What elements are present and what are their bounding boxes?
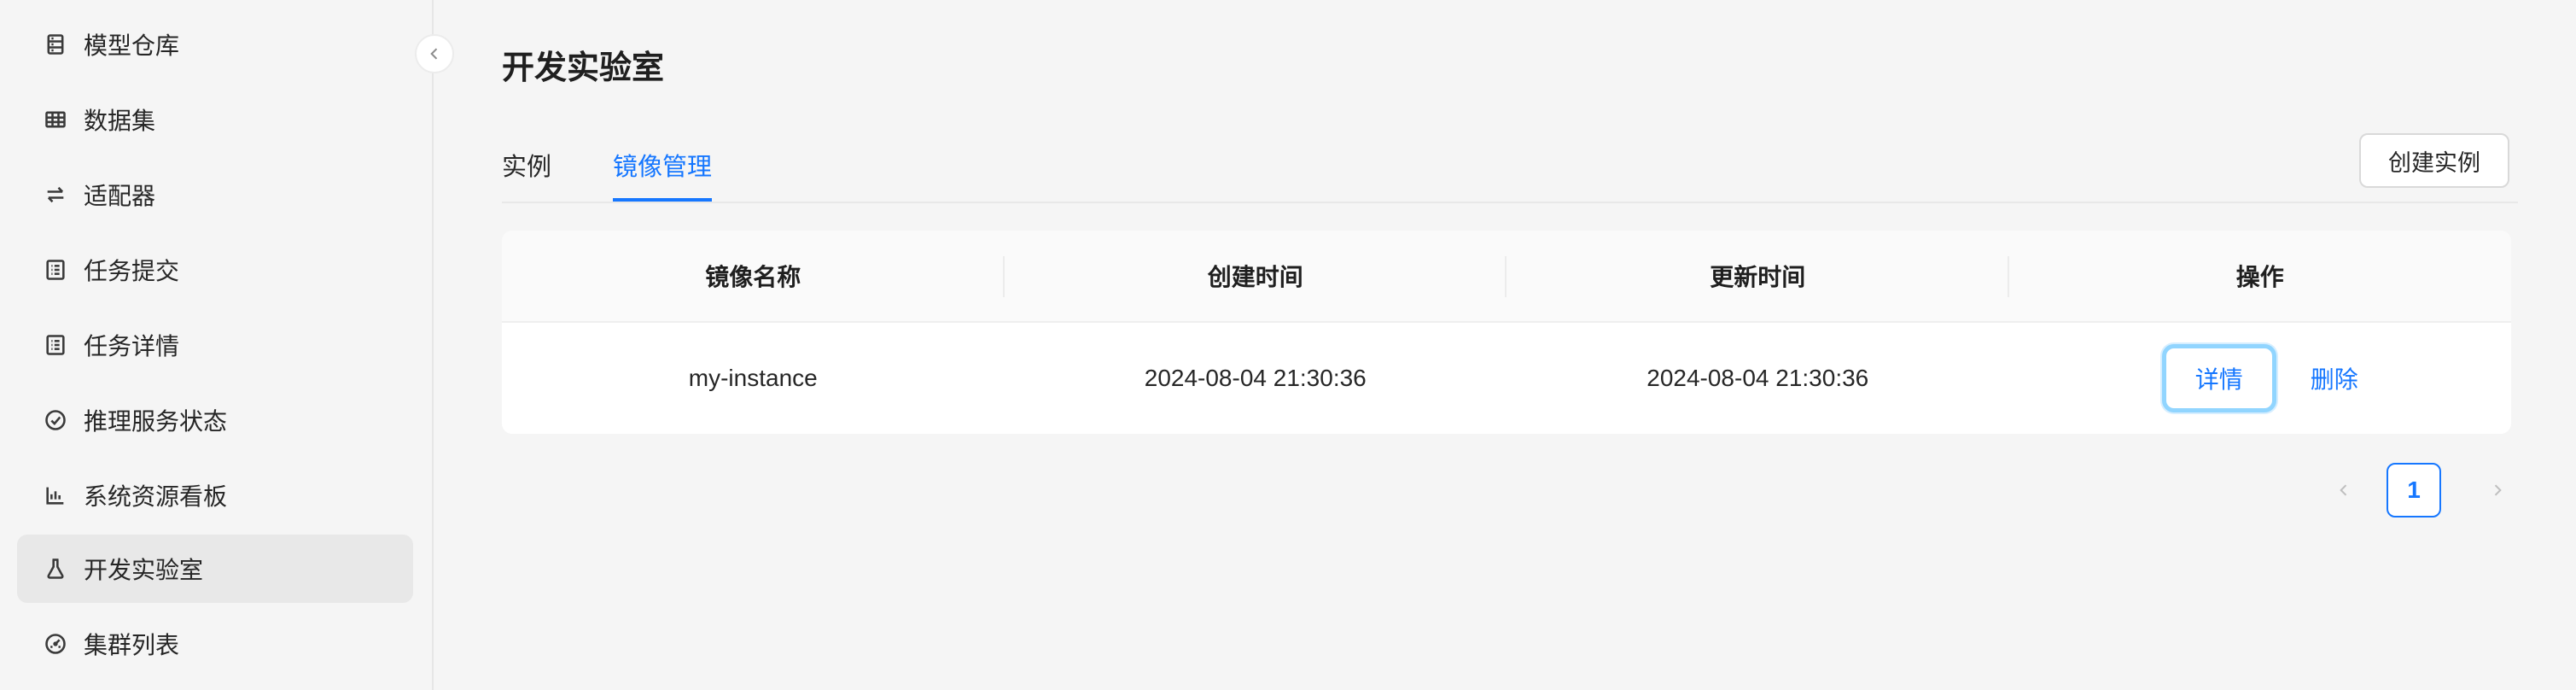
sidebar-item-label: 数据集: [84, 108, 156, 134]
list-icon: [43, 332, 68, 358]
sidebar-item-label: 模型仓库: [84, 32, 180, 59]
column-header-label: 镜像名称: [705, 264, 801, 290]
sidebar-item-inference-status[interactable]: 推理服务状态: [17, 386, 413, 454]
create-instance-button[interactable]: 创建实例: [2359, 133, 2509, 188]
database-icon: [43, 32, 68, 57]
check-circle-icon: [43, 407, 68, 433]
delete-link[interactable]: 删除: [2311, 361, 2358, 395]
cell-image-name: my-instance: [688, 365, 818, 391]
sidebar-item-cluster-list[interactable]: 集群列表: [17, 610, 413, 678]
image-table: 镜像名称 创建时间 更新时间 操作 my-instance 2024-08-04…: [502, 231, 2511, 434]
table-header: 镜像名称 创建时间 更新时间 操作: [502, 231, 2511, 323]
sidebar-item-datasets[interactable]: 数据集: [17, 85, 413, 154]
pagination-page-1[interactable]: 1: [2387, 463, 2441, 518]
tab-bar: 实例 镜像管理: [502, 137, 2518, 203]
column-header-label: 更新时间: [1710, 264, 1806, 290]
cell-created-time: 2024-08-04 21:30:36: [1144, 365, 1367, 391]
sidebar-item-label: 开发实验室: [84, 557, 204, 583]
chevron-left-icon: [430, 48, 438, 60]
sidebar-collapse-button[interactable]: [415, 34, 454, 73]
sidebar-item-resource-dashboard[interactable]: 系统资源看板: [17, 461, 413, 529]
tab-active-indicator: [613, 198, 713, 202]
swap-icon: [43, 182, 68, 208]
tab-instances[interactable]: 实例: [502, 147, 551, 200]
table-row: my-instance 2024-08-04 21:30:36 2024-08-…: [502, 323, 2511, 434]
column-header-updated: 更新时间: [1507, 231, 2009, 321]
column-header-created: 创建时间: [1005, 231, 1507, 321]
bar-chart-icon: [43, 482, 68, 508]
table-icon: [43, 107, 68, 132]
sidebar-item-model-repo[interactable]: 模型仓库: [17, 10, 413, 79]
tab-label: 镜像管理: [613, 154, 713, 181]
sidebar: 模型仓库 数据集 适配器 任务提交 任务详情 推理服务状态 系统资源看板 开发实…: [0, 0, 434, 690]
column-header-image-name: 镜像名称: [502, 231, 1005, 321]
sidebar-item-adapters[interactable]: 适配器: [17, 161, 413, 229]
page-title: 开发实验室: [502, 50, 665, 86]
pagination-next-button[interactable]: [2480, 468, 2515, 512]
list-icon: [43, 257, 68, 283]
main-content: 开发实验室 实例 镜像管理 创建实例 镜像名称 创建时间 更新时间 操作 my-…: [435, 0, 2576, 690]
sidebar-item-task-detail[interactable]: 任务详情: [17, 311, 413, 379]
sidebar-item-label: 适配器: [84, 183, 156, 209]
sidebar-item-task-submit[interactable]: 任务提交: [17, 236, 413, 304]
sidebar-item-label: 系统资源看板: [84, 483, 228, 510]
tab-label: 实例: [502, 154, 552, 181]
app-window: 模型仓库 数据集 适配器 任务提交 任务详情 推理服务状态 系统资源看板 开发实…: [0, 0, 2576, 690]
cell-actions: 详情 删除: [2009, 323, 2512, 434]
cell-updated-time: 2024-08-04 21:30:36: [1646, 365, 1869, 391]
tab-image-management[interactable]: 镜像管理: [613, 147, 713, 202]
pagination-prev-button[interactable]: [2327, 468, 2361, 512]
column-header-label: 创建时间: [1207, 264, 1303, 290]
sidebar-item-label: 推理服务状态: [84, 408, 228, 435]
dashboard-icon: [43, 631, 68, 657]
sidebar-item-dev-lab[interactable]: 开发实验室: [17, 535, 413, 603]
detail-button[interactable]: 详情: [2161, 344, 2276, 412]
chevron-right-icon: [2494, 484, 2502, 496]
column-header-label: 操作: [2235, 264, 2284, 290]
column-header-actions: 操作: [2009, 231, 2512, 321]
flask-icon: [43, 556, 68, 582]
sidebar-item-label: 任务详情: [84, 333, 180, 360]
sidebar-item-label: 集群列表: [84, 632, 180, 658]
sidebar-item-label: 任务提交: [84, 258, 180, 284]
chevron-left-icon: [2340, 484, 2347, 496]
